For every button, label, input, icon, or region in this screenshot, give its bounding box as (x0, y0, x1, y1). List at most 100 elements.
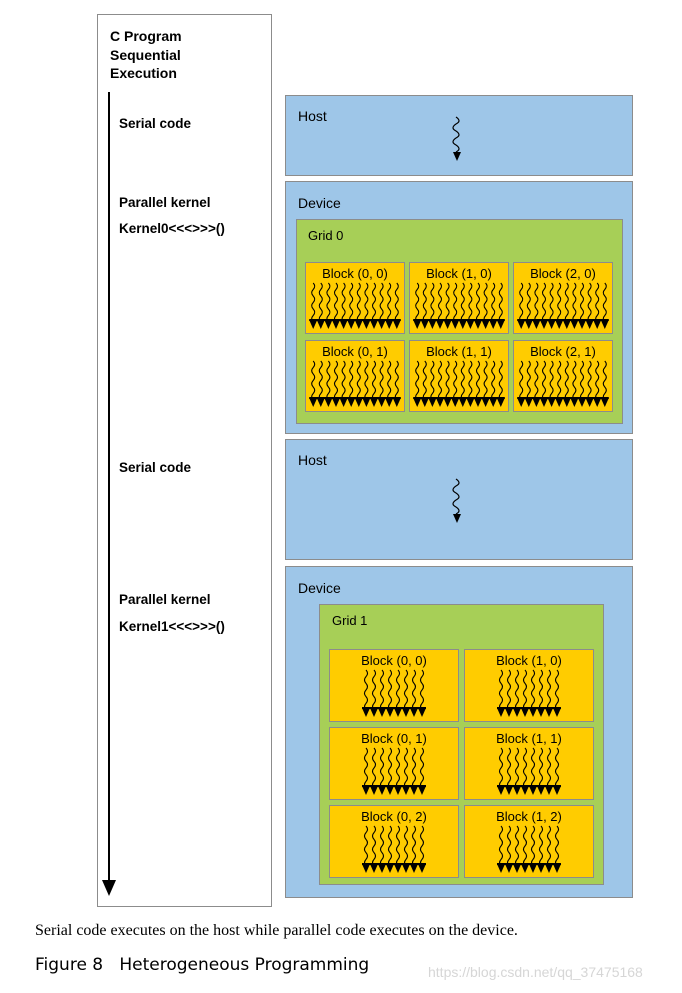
threads-icon (362, 747, 426, 795)
thread-line (415, 360, 420, 401)
thread-line (363, 669, 369, 711)
thread-line (395, 747, 401, 789)
thread-block: Block (0, 0) (329, 649, 459, 722)
thread-line (572, 282, 577, 323)
thread-line (422, 282, 427, 323)
thread-arrow-icon (370, 708, 378, 717)
timeline-line (108, 92, 110, 882)
thread-line (557, 360, 562, 401)
thread-line (498, 825, 504, 867)
thread-baseline (497, 785, 561, 787)
thread-line (349, 360, 354, 401)
host-box-2: Host (285, 439, 633, 560)
thread-line (437, 360, 443, 401)
thread-arrow-icon (532, 398, 541, 407)
thread-arrow-icon (362, 864, 370, 873)
thread-arrow-icon (385, 320, 394, 329)
thread-baseline (497, 863, 561, 865)
threads-icon (497, 669, 561, 717)
thread-line (326, 360, 331, 401)
thread-line (395, 825, 401, 867)
thread-arrow-icon (496, 320, 505, 329)
thread-arrow-icon (540, 320, 548, 329)
thread-arrow-icon (362, 320, 371, 329)
thread-arrow-icon (545, 864, 553, 873)
thread-line (371, 669, 377, 711)
thread-line (379, 825, 385, 867)
thread-block: Block (2, 0) (513, 262, 613, 334)
thread-arrow-icon (316, 320, 325, 329)
thread-line (419, 669, 425, 711)
thread-line (506, 669, 512, 711)
thread-arrow-icon (436, 398, 444, 407)
thread-arrow-icon (354, 398, 363, 407)
thread-arrow-icon (418, 864, 426, 873)
thread-arrow-icon (378, 708, 386, 717)
thread-arrow-icon (555, 320, 564, 329)
thread-arrow-icon (489, 320, 498, 329)
thread-block: Block (1, 2) (464, 805, 594, 878)
thread-line (534, 360, 539, 401)
thread-arrow-icon (600, 320, 609, 329)
host-box-1: Host (285, 95, 633, 176)
thread-line (549, 360, 554, 401)
thread-arrow-icon (428, 398, 437, 407)
program-title: C Program Sequential Execution (110, 27, 182, 83)
thread-line (554, 825, 560, 867)
threads-icon (413, 360, 505, 407)
thread-line (403, 747, 409, 789)
thread-arrow-icon (481, 320, 490, 329)
thread-arrow-icon (402, 786, 410, 795)
thread-line (530, 825, 536, 867)
thread-line (379, 360, 384, 401)
serial-thread-icon (452, 116, 461, 161)
thread-line (419, 825, 425, 867)
thread-line (587, 360, 592, 401)
serial-code-label-2: Serial code (119, 460, 192, 475)
thread-baseline (517, 397, 609, 399)
thread-line (445, 282, 450, 323)
thread-line (534, 282, 539, 323)
thread-block: Block (2, 1) (513, 340, 613, 412)
thread-arrow-icon (505, 864, 513, 873)
thread-arrow-icon (362, 786, 370, 795)
thread-arrow-icon (529, 708, 537, 717)
thread-line (519, 282, 524, 323)
thread-line (554, 747, 560, 789)
thread-arrow-icon (370, 786, 378, 795)
thread-arrow-icon (553, 864, 561, 873)
thread-line (356, 282, 361, 323)
device-box-1: Device Grid 0 Block (0, 0) Block (1, 0) Bl… (285, 181, 633, 434)
thread-arrow-icon (529, 864, 537, 873)
thread-arrow-icon (466, 398, 475, 407)
thread-arrow-icon (394, 708, 402, 717)
thread-block: Block (0, 0) (305, 262, 405, 334)
thread-line (468, 360, 473, 401)
thread-line (498, 747, 504, 789)
thread-arrow-icon (553, 786, 561, 795)
thread-line (475, 282, 481, 323)
thread-line (546, 825, 552, 867)
thread-line (379, 747, 385, 789)
thread-line (506, 825, 512, 867)
thread-line (579, 282, 585, 323)
thread-arrow-icon (593, 320, 602, 329)
thread-arrow-icon (378, 864, 386, 873)
thread-line (602, 360, 607, 401)
thread-arrow-icon (370, 398, 378, 407)
parallel-kernel-label-1: Parallel kernel (119, 195, 211, 210)
thread-arrow-icon (413, 320, 422, 329)
thread-line (498, 669, 504, 711)
thread-arrow-icon (362, 398, 371, 407)
thread-arrow-icon (496, 398, 505, 407)
thread-arrow-icon (532, 320, 541, 329)
thread-baseline (309, 319, 401, 321)
thread-arrow-icon (451, 320, 460, 329)
thread-arrow-icon (443, 320, 452, 329)
thread-line (333, 282, 339, 323)
thread-arrow-icon (570, 398, 579, 407)
thread-line (437, 282, 443, 323)
thread-line (419, 747, 425, 789)
thread-line (394, 282, 399, 323)
thread-line (514, 669, 520, 711)
